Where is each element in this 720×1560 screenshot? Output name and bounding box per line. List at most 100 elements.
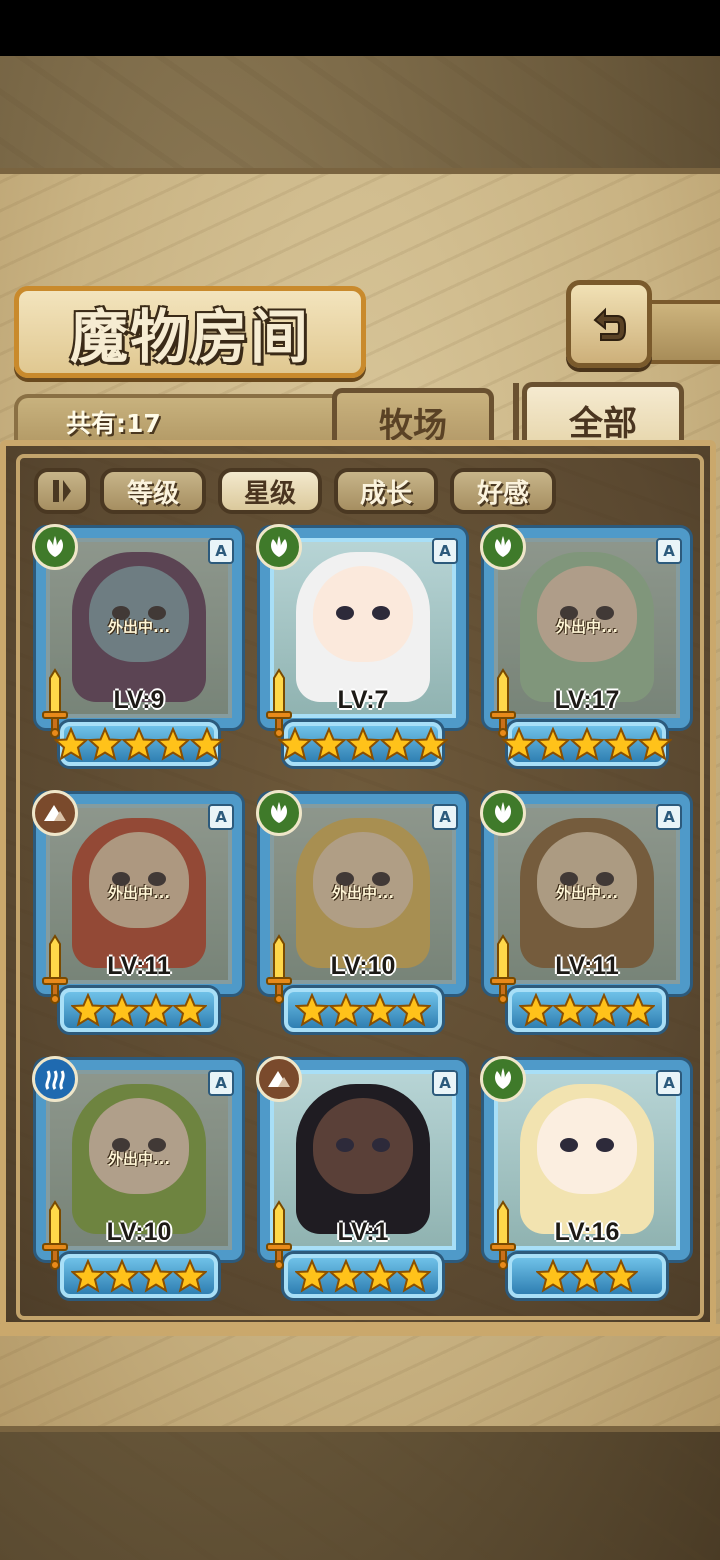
rank-badge: A xyxy=(432,1070,458,1096)
star-icon xyxy=(327,1258,365,1293)
star-icon xyxy=(327,992,365,1027)
star-icon xyxy=(188,726,226,761)
rank-badge: A xyxy=(432,538,458,564)
star-icon xyxy=(602,726,640,761)
star-rating xyxy=(284,1254,442,1298)
star-icon xyxy=(361,1258,399,1293)
star-rating xyxy=(284,988,442,1032)
away-status: 外出中... xyxy=(555,618,619,636)
monster-portrait xyxy=(280,548,446,708)
back-button[interactable] xyxy=(566,280,652,368)
monster-card[interactable]: 外出中... A LV:17 xyxy=(480,524,690,772)
return-arrow-icon xyxy=(593,307,626,341)
star-rating xyxy=(500,722,674,766)
rank-badge: A xyxy=(208,1070,234,1096)
star-icon xyxy=(69,1258,107,1293)
monster-level: LV:11 xyxy=(555,952,619,980)
star-icon xyxy=(534,726,572,761)
monster-level: LV:9 xyxy=(113,686,165,714)
rank-badge: A xyxy=(656,1070,682,1096)
title-plate: 魔物房间 xyxy=(14,286,366,378)
star-icon xyxy=(103,1258,141,1293)
star-icon xyxy=(517,992,555,1027)
away-status: 外出中... xyxy=(107,618,171,636)
nature-icon xyxy=(32,524,78,570)
star-icon xyxy=(69,992,107,1027)
star-rating xyxy=(276,722,450,766)
monster-portrait xyxy=(280,1080,446,1240)
page-title: 魔物房间 xyxy=(69,303,310,371)
star-icon xyxy=(361,992,399,1027)
monster-count: 共有:17 xyxy=(66,409,161,438)
away-status: 外出中... xyxy=(555,884,619,902)
monster-card[interactable]: 外出中... A LV:11 xyxy=(32,790,242,1038)
star-icon xyxy=(619,992,657,1027)
star-icon xyxy=(636,726,674,761)
away-status: 外出中... xyxy=(331,884,395,902)
nature-icon xyxy=(256,790,302,836)
star-icon xyxy=(395,992,433,1027)
star-rating xyxy=(60,988,218,1032)
count-bar: 共有:17 xyxy=(14,394,352,444)
rank-badge: A xyxy=(656,804,682,830)
monster-level: LV:17 xyxy=(554,686,620,714)
filter-star[interactable]: 星级 xyxy=(218,468,322,514)
monster-level: LV:10 xyxy=(106,1218,172,1246)
filter-affection[interactable]: 好感 xyxy=(450,468,556,514)
monster-card[interactable]: 外出中... A LV:11 xyxy=(480,790,690,1038)
rank-badge: A xyxy=(208,538,234,564)
rank-badge: A xyxy=(656,538,682,564)
nature-icon xyxy=(480,524,526,570)
nature-icon xyxy=(480,1056,526,1102)
star-icon xyxy=(137,992,175,1027)
rank-badge: A xyxy=(432,804,458,830)
return-rail xyxy=(640,300,720,364)
monster-level: LV:10 xyxy=(330,952,396,980)
monster-card[interactable]: 外出中... A LV:10 xyxy=(256,790,466,1038)
star-icon xyxy=(120,726,158,761)
earth-icon xyxy=(32,790,78,836)
star-rating xyxy=(508,988,666,1032)
sort-order-toggle[interactable] xyxy=(34,468,90,514)
filter-growth[interactable]: 成长 xyxy=(334,468,438,514)
monster-level: LV:11 xyxy=(107,952,171,980)
star-icon xyxy=(103,992,141,1027)
monster-level: LV:7 xyxy=(337,686,389,714)
star-icon xyxy=(344,726,382,761)
monster-level: LV:16 xyxy=(554,1218,620,1246)
star-icon xyxy=(310,726,348,761)
status-bar xyxy=(0,0,720,56)
filter-level[interactable]: 等级 xyxy=(100,468,206,514)
star-icon xyxy=(585,992,623,1027)
star-icon xyxy=(378,726,416,761)
star-rating xyxy=(508,1254,666,1298)
star-icon xyxy=(534,1258,572,1293)
monster-card[interactable]: A LV:16 xyxy=(480,1056,690,1304)
monster-card[interactable]: A LV:7 xyxy=(256,524,466,772)
star-icon xyxy=(412,726,450,761)
monster-card[interactable]: 外出中... A LV:10 xyxy=(32,1056,242,1304)
monster-card[interactable]: 外出中... A LV:9 xyxy=(32,524,242,772)
away-status: 外出中... xyxy=(107,884,171,902)
star-icon xyxy=(171,1258,209,1293)
star-icon xyxy=(171,992,209,1027)
bottom-rail xyxy=(0,1324,720,1336)
star-rating xyxy=(60,1254,218,1298)
star-rating xyxy=(52,722,226,766)
monster-card[interactable]: A LV:1 xyxy=(256,1056,466,1304)
monster-portrait xyxy=(504,1080,670,1240)
star-icon xyxy=(551,992,589,1027)
star-icon xyxy=(602,1258,640,1293)
earth-icon xyxy=(256,1056,302,1102)
nature-icon xyxy=(480,790,526,836)
away-status: 外出中... xyxy=(107,1150,171,1168)
star-icon xyxy=(568,1258,606,1293)
star-icon xyxy=(293,992,331,1027)
star-icon xyxy=(293,1258,331,1293)
star-icon xyxy=(154,726,192,761)
star-icon xyxy=(137,1258,175,1293)
star-icon xyxy=(568,726,606,761)
monster-level: LV:1 xyxy=(337,1218,389,1246)
nature-icon xyxy=(256,524,302,570)
water-icon xyxy=(32,1056,78,1102)
